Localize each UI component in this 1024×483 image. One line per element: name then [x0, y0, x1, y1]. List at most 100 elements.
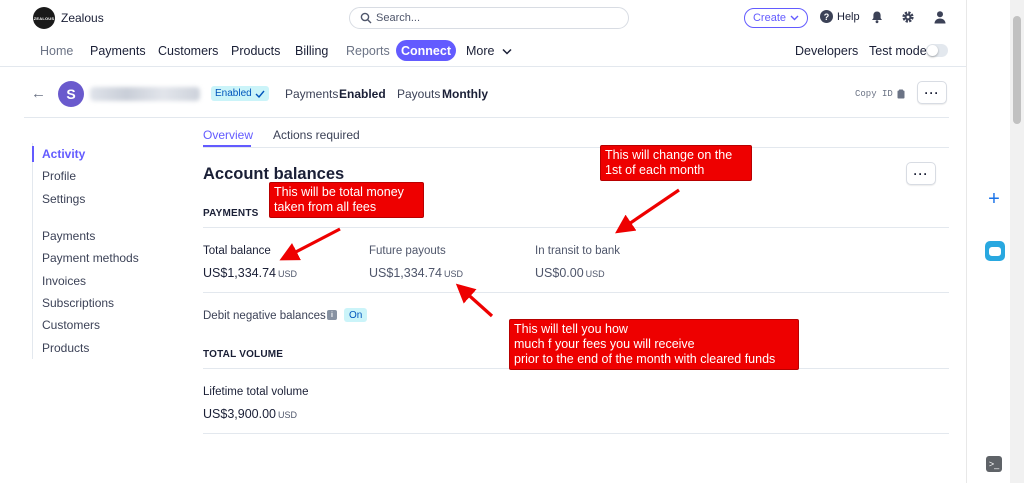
test-mode-toggle[interactable]: [926, 44, 948, 57]
search-input[interactable]: Search...: [349, 7, 629, 29]
help-icon: ?: [820, 10, 833, 23]
nav-home[interactable]: Home: [40, 44, 73, 58]
total-balance-value: US$1,334.74 USD: [203, 266, 297, 280]
nav-reports[interactable]: Reports: [346, 44, 390, 58]
account-avatar: S: [58, 81, 84, 107]
clipboard-icon: [897, 89, 905, 99]
in-transit-value: US$0.00 USD: [535, 266, 605, 280]
back-arrow-icon[interactable]: ←: [31, 85, 46, 102]
checkmark-icon: [255, 90, 265, 98]
account-name-redacted: [90, 87, 200, 101]
currency-code: USD: [277, 269, 297, 279]
main-nav: Home Payments Customers Products Billing…: [0, 35, 1024, 67]
sidenav-settings[interactable]: Settings: [42, 192, 85, 206]
nav-products[interactable]: Products: [231, 44, 280, 58]
annotation-total-money: This will be total money taken from all …: [269, 182, 424, 218]
help-button[interactable]: ? Help: [820, 10, 860, 23]
account-more-button[interactable]: ···: [917, 81, 947, 104]
annotation-line: prior to the end of the month with clear…: [514, 352, 776, 366]
nav-developers[interactable]: Developers: [795, 44, 858, 58]
future-payouts-value: US$1,334.74 USD: [369, 266, 463, 280]
toggle-knob: [927, 45, 938, 56]
sidenav-payments[interactable]: Payments: [42, 229, 95, 243]
test-mode-label: Test mode: [869, 44, 927, 58]
active-indicator: [32, 146, 34, 162]
nav-more-label: More: [466, 44, 495, 58]
gear-icon[interactable]: [901, 10, 915, 24]
sidenav-customers[interactable]: Customers: [42, 318, 100, 332]
annotation-line: 1st of each month: [605, 163, 705, 177]
search-placeholder: Search...: [376, 12, 421, 24]
active-tab-underline: [203, 145, 251, 147]
create-button[interactable]: Create: [744, 8, 808, 28]
status-badge-label: Enabled: [215, 88, 252, 99]
currency-code: USD: [277, 410, 297, 420]
currency-code: USD: [585, 269, 605, 279]
balances-divider: [203, 292, 949, 293]
nav-customers[interactable]: Customers: [158, 44, 218, 58]
debit-negative-label: Debit negative balances: [203, 310, 326, 322]
payments-caption: PAYMENTS: [203, 208, 259, 219]
balances-more-button[interactable]: ···: [906, 162, 936, 185]
nav-more[interactable]: More: [466, 44, 512, 58]
arrow-in-transit: [615, 188, 680, 234]
lifetime-divider: [203, 433, 949, 434]
annotation-line: This will tell you how: [514, 322, 628, 336]
sidenav-payment-methods[interactable]: Payment methods: [42, 251, 139, 265]
future-payouts-amount: US$1,334.74: [369, 266, 442, 280]
annotation-line: This will change on the: [605, 148, 733, 162]
lifetime-volume-value: US$3,900.00 USD: [203, 407, 297, 421]
total-balance-label: Total balance: [203, 245, 271, 257]
payments-status-value: Enabled: [339, 87, 386, 101]
debit-status-badge: On: [344, 308, 368, 322]
lifetime-volume-amount: US$3,900.00: [203, 407, 276, 421]
sidenav-products[interactable]: Products: [42, 341, 89, 355]
payouts-schedule-label: Payouts: [397, 87, 441, 101]
tab-overview[interactable]: Overview: [203, 128, 253, 142]
chevron-down-icon: [502, 48, 512, 55]
sidenav-activity[interactable]: Activity: [42, 147, 85, 161]
annotation-line: much f your fees you will receive: [514, 337, 695, 351]
tabs-divider: [203, 147, 949, 148]
payouts-schedule-value: Monthly: [442, 87, 488, 101]
nav-billing[interactable]: Billing: [295, 44, 328, 58]
annotation-monthly-change: This will change on the 1st of each mont…: [600, 145, 752, 181]
arrow-total-balance: [279, 227, 341, 261]
user-account-icon[interactable]: [933, 10, 947, 24]
payments-divider: [203, 227, 949, 228]
copy-id-label: Copy ID: [855, 89, 893, 99]
annotation-line: taken from all fees: [274, 200, 377, 214]
extension-app-icon[interactable]: [985, 241, 1005, 261]
bell-icon[interactable]: [870, 10, 884, 24]
header-divider: [24, 117, 949, 118]
sidenav-profile[interactable]: Profile: [42, 169, 76, 183]
create-label: Create: [752, 12, 787, 24]
terminal-icon[interactable]: >_: [986, 456, 1002, 472]
future-payouts-label: Future payouts: [369, 245, 446, 257]
brand-logo[interactable]: ZEALOUS: [33, 7, 55, 29]
search-icon: [360, 12, 372, 24]
add-icon[interactable]: +: [985, 189, 1003, 209]
lifetime-volume-label: Lifetime total volume: [203, 386, 309, 398]
currency-code: USD: [443, 269, 463, 279]
account-sidenav: Activity Profile Settings Payments Payme…: [32, 143, 172, 359]
in-transit-amount: US$0.00: [535, 266, 584, 280]
info-icon[interactable]: i: [327, 310, 337, 320]
total-volume-caption: TOTAL VOLUME: [203, 349, 284, 360]
nav-payments[interactable]: Payments: [90, 44, 146, 58]
help-label: Help: [837, 10, 860, 23]
arrow-future-payouts: [455, 283, 494, 318]
in-transit-label: In transit to bank: [535, 245, 621, 257]
sidenav-subscriptions[interactable]: Subscriptions: [42, 296, 114, 310]
status-badge: Enabled: [211, 86, 269, 101]
nav-connect[interactable]: Connect: [396, 40, 456, 61]
tab-actions-required[interactable]: Actions required: [273, 128, 360, 142]
annotation-fees-receive: This will tell you how much f your fees …: [509, 319, 799, 370]
brand-name[interactable]: Zealous: [61, 11, 104, 25]
copy-id-button[interactable]: Copy ID: [855, 89, 905, 99]
total-balance-amount: US$1,334.74: [203, 266, 276, 280]
chevron-down-icon: [790, 15, 799, 21]
scrollbar-thumb[interactable]: [1013, 16, 1021, 124]
sidenav-invoices[interactable]: Invoices: [42, 274, 86, 288]
top-bar: ZEALOUS Zealous Search... Create ? Help: [0, 0, 1024, 35]
